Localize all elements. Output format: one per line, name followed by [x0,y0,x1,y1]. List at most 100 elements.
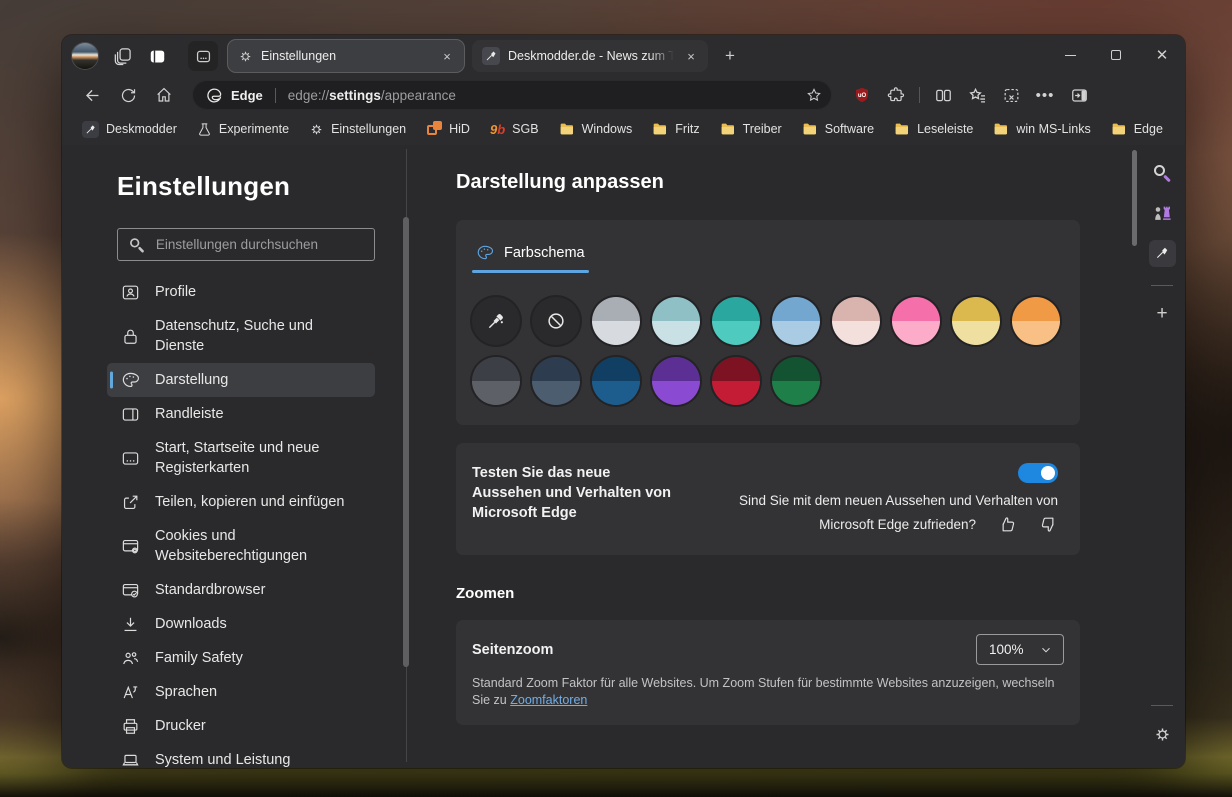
color-swatch-gray[interactable] [592,297,640,345]
sidebar-scrollbar-thumb[interactable] [403,217,409,667]
tab-strip: Einstellungen × Deskmodder.de - News zum… [62,35,1185,77]
thumbs-up-icon[interactable] [998,515,1017,534]
favorite-folder-software[interactable]: Software [794,117,882,141]
printer-icon [121,717,140,736]
back-button[interactable] [76,81,108,109]
ublock-extension-icon[interactable] [846,81,878,109]
favorite-hid[interactable]: HiD [418,117,478,141]
color-swatch-purple[interactable] [652,357,700,405]
sidebar-item-profile[interactable]: Profile [107,275,375,309]
site-name: Edge [231,88,263,103]
sidebar-item-drucker[interactable]: Drucker [107,709,375,743]
download-icon [121,615,140,634]
more-menu-icon[interactable]: ••• [1029,81,1061,109]
sidebar-search-button[interactable] [1146,157,1178,189]
thumbs-down-icon[interactable] [1039,515,1058,534]
color-swatch-pink[interactable] [892,297,940,345]
favorite-deskmodder[interactable]: Deskmodder [74,117,185,142]
sidebar-add-button[interactable]: + [1146,298,1178,330]
settings-nav: Profile Datenschutz, Suche und Dienste D… [107,275,375,768]
favorite-experimente[interactable]: Experimente [189,118,297,141]
tab-farbschema[interactable]: Farbschema [472,244,589,273]
new-look-toggle[interactable] [1018,463,1058,483]
profile-avatar[interactable] [72,43,98,69]
vertical-tabs-icon[interactable] [140,41,174,71]
no-color-icon [545,310,567,332]
close-icon: ✕ [1156,46,1169,64]
default-browser-icon [121,581,140,600]
favorite-folder-treiber[interactable]: Treiber [712,117,790,141]
color-swatch-green[interactable] [772,357,820,405]
web-capture-icon[interactable] [995,81,1027,109]
browser-toolbar: Edge edge://settings/appearance ••• [62,77,1185,113]
favorite-folder-leseleiste[interactable]: Leseleiste [886,117,981,141]
color-swatch-blue[interactable] [772,297,820,345]
sidebar-item-sprachen[interactable]: Sprachen [107,675,375,709]
color-swatch-dark-gray[interactable] [472,357,520,405]
color-swatch-orange[interactable] [1012,297,1060,345]
sidebar-item-datenschutz[interactable]: Datenschutz, Suche und Dienste [107,309,375,363]
sidebar-item-teilen[interactable]: Teilen, kopieren und einfügen [107,485,375,519]
zoomfaktoren-link[interactable]: Zoomfaktoren [510,693,587,707]
favorites-list-icon[interactable] [961,81,993,109]
sidebar-toggle-icon[interactable] [1063,81,1095,109]
sidebar-settings-button[interactable] [1146,718,1178,750]
site-permissions-icon [121,537,140,556]
close-button[interactable]: ✕ [1139,35,1185,75]
favorite-star-icon[interactable] [806,87,822,103]
home-button[interactable] [148,81,180,109]
new-tab-button[interactable]: + [716,42,744,70]
refresh-button[interactable] [112,81,144,109]
favorite-folder-edge[interactable]: Edge [1103,117,1171,141]
favorite-folder-fritz[interactable]: Fritz [644,117,707,141]
page-scrollbar-thumb[interactable] [1132,150,1137,246]
color-swatch-red[interactable] [712,357,760,405]
color-swatch-dark-blue[interactable] [592,357,640,405]
favorite-einstellungen[interactable]: Einstellungen [301,118,414,141]
extensions-puzzle-icon[interactable] [880,81,912,109]
sidebar-item-start[interactable]: Start, Startseite und neue Registerkarte… [107,431,375,485]
tab-close-icon[interactable]: × [438,47,456,65]
color-swatch-light-teal[interactable] [652,297,700,345]
favorite-sgb[interactable]: 9bSGB [482,118,547,141]
favorite-folder-windows[interactable]: Windows [551,117,641,141]
tab-actions-menu-button[interactable] [188,41,218,71]
edge-sidebar-rail: + [1139,145,1185,768]
sidebar-item-randleiste[interactable]: Randleiste [107,397,375,431]
no-color-swatch[interactable] [532,297,580,345]
tab-close-icon[interactable]: × [682,47,700,65]
workspaces-icon[interactable] [106,41,140,71]
tabs: Einstellungen × Deskmodder.de - News zum… [228,35,744,77]
chess-icon [1151,202,1173,224]
split-screen-icon[interactable] [927,81,959,109]
zoom-level-dropdown[interactable]: 100% [976,634,1064,665]
sidebar-item-family-safety[interactable]: Family Safety [107,641,375,675]
sidebar-item-darstellung[interactable]: Darstellung [107,363,375,397]
sidebar-item-standardbrowser[interactable]: Standardbrowser [107,573,375,607]
start-page-icon [121,449,140,468]
color-swatch-blush[interactable] [832,297,880,345]
minimize-button[interactable] [1047,35,1093,75]
seitenzoom-description: Standard Zoom Faktor für alle Websites. … [472,675,1062,709]
tab-einstellungen[interactable]: Einstellungen × [228,40,464,72]
color-swatch-yellow[interactable] [952,297,1000,345]
settings-search-input[interactable] [156,237,364,252]
sidebar-item-downloads[interactable]: Downloads [107,607,375,641]
sidebar-pinned-deskmodder[interactable] [1146,237,1178,269]
maximize-button[interactable] [1093,35,1139,75]
favorite-folder-win-ms-links[interactable]: win MS-Links [985,117,1098,141]
color-swatch-blue-gray[interactable] [532,357,580,405]
favorites-bar: Deskmodder Experimente Einstellungen HiD… [62,113,1185,145]
settings-search-box[interactable] [117,228,375,261]
feedback-question: Sind Sie mit dem neuen Aussehen und Verh… [697,489,1058,537]
sidebar-games-button[interactable] [1146,197,1178,229]
tab-deskmodder[interactable]: Deskmodder.de - News zum Then × [472,40,708,72]
custom-color-swatch[interactable] [472,297,520,345]
settings-main-pane: Darstellung anpassen Farbschema [405,145,1139,768]
favorites-overflow-chevron-icon[interactable] [1181,122,1185,136]
address-bar[interactable]: Edge edge://settings/appearance [192,80,832,110]
url-text: edge://settings/appearance [288,88,798,103]
sidebar-item-system[interactable]: System und Leistung [107,743,375,768]
color-swatch-teal[interactable] [712,297,760,345]
sidebar-item-cookies[interactable]: Cookies und Websiteberechtigungen [107,519,375,573]
